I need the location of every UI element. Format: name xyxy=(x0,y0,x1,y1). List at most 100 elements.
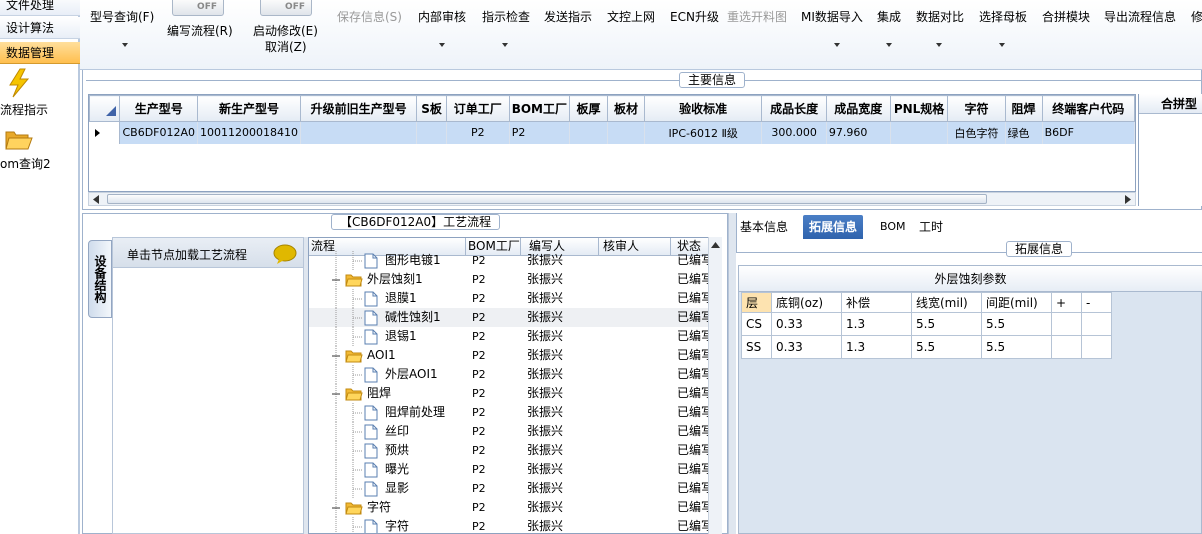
collapse-icon[interactable] xyxy=(331,275,341,285)
table-cell[interactable]: 白色字符 xyxy=(947,121,1006,144)
model-query-button[interactable]: 型号查询(F) xyxy=(90,8,154,25)
tab-bom[interactable]: BOM xyxy=(874,215,912,239)
column-header[interactable]: 验收标准 xyxy=(644,95,763,122)
chevron-down-icon[interactable] xyxy=(999,43,1005,47)
table-cell[interactable] xyxy=(569,121,608,144)
modify-button[interactable]: 修 xyxy=(1191,8,1202,25)
tree-row[interactable]: 外层AOI1 P2 张振兴 已编写 xyxy=(309,365,721,384)
table-row[interactable]: CB6DF012A0 10011200018410 P2 P2 IPC-6012… xyxy=(89,121,1135,144)
column-header[interactable]: 订单工厂 xyxy=(445,95,510,122)
column-header[interactable]: BOM工厂 xyxy=(508,95,571,122)
table-cell[interactable]: 1.3 xyxy=(841,335,912,359)
table-cell[interactable]: 0.33 xyxy=(771,335,842,359)
table-cell[interactable]: B6DF xyxy=(1042,121,1135,144)
doc-control-online-button[interactable]: 文控上网 xyxy=(607,8,655,25)
table-cell[interactable] xyxy=(1051,335,1082,359)
table-cell[interactable]: CB6DF012A0 xyxy=(119,121,199,144)
column-header[interactable]: 阻焊 xyxy=(1004,95,1043,122)
tree-row[interactable]: 阻焊前处理 P2 张振兴 已编写 xyxy=(309,403,721,422)
merge-module-button[interactable]: 合拼模块 xyxy=(1042,8,1090,25)
integrate-button[interactable]: 集成 xyxy=(877,8,901,25)
select-mother-board-button[interactable]: 选择母板 xyxy=(979,8,1027,25)
add-column-button[interactable]: + xyxy=(1051,292,1082,313)
scroll-right-icon[interactable] xyxy=(1124,195,1132,204)
table-cell[interactable] xyxy=(1081,335,1112,359)
scroll-up-icon[interactable] xyxy=(711,241,720,248)
ecn-upgrade-button[interactable]: ECN升级 xyxy=(670,8,719,25)
vertical-splitter[interactable] xyxy=(728,213,736,534)
column-header[interactable]: 成品宽度 xyxy=(825,95,891,122)
table-row[interactable]: CS 0.33 1.3 5.5 5.5 xyxy=(741,312,1112,336)
collapse-icon[interactable] xyxy=(331,503,341,513)
flow-vscrollbar[interactable] xyxy=(708,237,722,534)
start-modify-button[interactable]: 启动修改(E) xyxy=(253,22,318,39)
chevron-down-icon[interactable] xyxy=(886,43,892,47)
column-header[interactable]: 层 xyxy=(741,292,772,313)
table-cell[interactable]: 0.33 xyxy=(771,312,842,336)
column-header[interactable]: 成品长度 xyxy=(761,95,827,122)
column-header[interactable]: 线宽(mil) xyxy=(911,292,982,313)
send-indication-button[interactable]: 发送指示 xyxy=(544,8,592,25)
column-header[interactable]: 升级前旧生产型号 xyxy=(299,95,418,122)
nav-header-design[interactable]: 设计算法 xyxy=(0,17,80,39)
tree-row[interactable]: 碱性蚀刻1 P2 张振兴 已编写 xyxy=(309,308,721,327)
tree-row[interactable]: 退锡1 P2 张振兴 已编写 xyxy=(309,327,721,346)
main-info-grid[interactable]: 生产型号 新生产型号 升级前旧生产型号 S板 订单工厂 BOM工厂 板厚 板材 … xyxy=(88,94,1136,192)
table-cell[interactable] xyxy=(300,121,418,144)
column-header[interactable]: 板材 xyxy=(606,95,646,122)
column-header[interactable]: 底铜(oz) xyxy=(771,292,842,313)
table-cell[interactable]: 绿色 xyxy=(1005,121,1043,144)
tab-basic-info[interactable]: 基本信息 xyxy=(734,215,794,239)
tree-row[interactable]: 阻焊 P2 张振兴 已编写 xyxy=(309,384,721,403)
column-header[interactable]: 间距(mil) xyxy=(981,292,1052,313)
remove-column-button[interactable]: - xyxy=(1081,292,1112,313)
row-selector-header[interactable] xyxy=(89,95,121,122)
tree-row[interactable]: 退膜1 P2 张振兴 已编写 xyxy=(309,289,721,308)
table-cell[interactable]: 300.000 xyxy=(761,121,827,144)
scroll-left-icon[interactable] xyxy=(92,195,100,204)
table-cell[interactable]: 10011200018410 xyxy=(197,121,301,144)
data-compare-button[interactable]: 数据对比 xyxy=(916,8,964,25)
table-cell[interactable]: 5.5 xyxy=(981,335,1052,359)
select-all-icon[interactable] xyxy=(105,105,117,117)
collapse-icon[interactable] xyxy=(331,351,341,361)
column-header[interactable]: S板 xyxy=(416,95,447,122)
table-cell[interactable]: 5.5 xyxy=(911,312,982,336)
nav-item-flow-indication[interactable]: 流程指示 xyxy=(0,101,48,118)
table-cell[interactable]: 5.5 xyxy=(981,312,1052,336)
tree-row[interactable]: 外层蚀刻1 P2 张振兴 已编写 xyxy=(309,270,721,289)
column-header[interactable]: 板厚 xyxy=(569,95,608,122)
table-cell[interactable]: SS xyxy=(741,335,772,359)
column-header[interactable]: 补偿 xyxy=(841,292,912,313)
nav-header-data[interactable]: 数据管理 xyxy=(0,42,80,64)
scroll-thumb[interactable] xyxy=(107,194,987,204)
merge-column-header[interactable]: 合拼型 xyxy=(1139,94,1202,114)
tree-row[interactable]: 字符 P2 张振兴 已编写 xyxy=(309,498,721,517)
table-cell[interactable] xyxy=(890,121,949,144)
table-cell[interactable]: P2 xyxy=(446,121,510,144)
main-grid-hscrollbar[interactable] xyxy=(88,192,1136,206)
column-header[interactable]: 生产型号 xyxy=(119,95,199,122)
nav-header-file[interactable]: 文件处理 xyxy=(0,0,80,16)
etch-params-table[interactable]: 层 底铜(oz) 补偿 线宽(mil) 间距(mil) + - CS 0.33 … xyxy=(741,292,1112,359)
table-cell[interactable]: CS xyxy=(741,312,772,336)
table-cell[interactable]: IPC-6012 Ⅱ级 xyxy=(644,121,763,144)
chevron-down-icon[interactable] xyxy=(502,43,508,47)
start-modify-toggle[interactable]: OFF xyxy=(260,0,312,16)
write-flow-button[interactable]: 编写流程(R) xyxy=(167,22,233,39)
chevron-down-icon[interactable] xyxy=(936,43,942,47)
chevron-down-icon[interactable] xyxy=(122,43,128,47)
column-header[interactable]: 字符 xyxy=(947,95,1006,122)
tree-row[interactable]: 预烘 P2 张振兴 已编写 xyxy=(309,441,721,460)
table-row[interactable]: SS 0.33 1.3 5.5 5.5 xyxy=(741,335,1112,359)
lightning-icon[interactable] xyxy=(6,68,32,98)
table-cell[interactable]: 1.3 xyxy=(841,312,912,336)
column-header[interactable]: 终端客户代码 xyxy=(1041,95,1135,122)
tab-work-hours[interactable]: 工时 xyxy=(913,215,949,239)
collapse-icon[interactable] xyxy=(331,389,341,399)
tree-row[interactable]: AOI1 P2 张振兴 已编写 xyxy=(309,346,721,365)
tree-row[interactable]: 图形电镀1 P2 张振兴 已编写 xyxy=(309,251,721,270)
row-indicator[interactable] xyxy=(89,121,121,144)
chevron-down-icon[interactable] xyxy=(834,43,840,47)
table-cell[interactable] xyxy=(607,121,646,144)
